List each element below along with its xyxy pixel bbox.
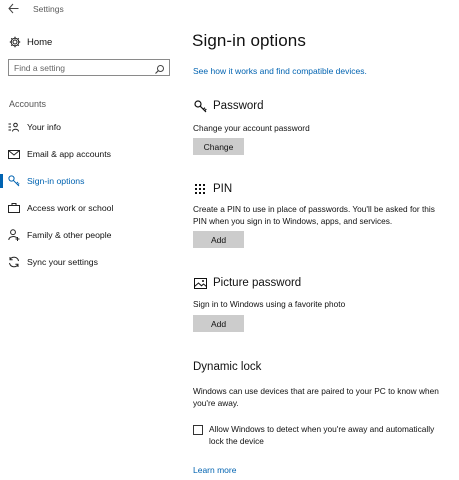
title-bar: Settings: [0, 0, 459, 20]
sidebar-item-family-other-people[interactable]: Family & other people: [0, 225, 180, 245]
dynamic-lock-checkbox-label[interactable]: Allow Windows to detect when you're away…: [209, 424, 454, 447]
sidebar-item-label: Family & other people: [27, 230, 112, 240]
password-heading: Password: [193, 98, 264, 114]
person-list-icon: [8, 121, 20, 133]
back-arrow-icon[interactable]: [8, 3, 22, 17]
picture-password-heading: Picture password: [193, 275, 301, 291]
picture-password-heading-text: Picture password: [213, 277, 302, 289]
search-box[interactable]: [8, 59, 170, 76]
window-title: Settings: [33, 4, 64, 14]
home-label: Home: [27, 36, 53, 48]
sidebar-item-label: Sync your settings: [27, 257, 98, 267]
dynamic-lock-description-line: Windows can use devices that are paired …: [193, 386, 439, 396]
password-heading-text: Password: [213, 100, 264, 112]
password-description: Change your account password: [193, 123, 310, 133]
sidebar-item-label: Your info: [27, 122, 61, 132]
sidebar-item-sync-your-settings[interactable]: Sync your settings: [0, 252, 180, 272]
mail-icon: [8, 148, 20, 160]
pin-description: Create a PIN to use in place of password…: [193, 204, 435, 227]
add-pin-button[interactable]: Add: [193, 231, 244, 248]
learn-more-link[interactable]: Learn more: [193, 465, 236, 475]
sidebar-item-access-work-or-school[interactable]: Access work or school: [0, 198, 180, 218]
picture-password-description: Sign in to Windows using a favorite phot…: [193, 299, 346, 309]
pin-heading-text: PIN: [213, 183, 233, 195]
search-icon[interactable]: [154, 62, 165, 74]
sidebar-item-label: Sign-in options: [27, 176, 85, 186]
add-picture-password-button[interactable]: Add: [193, 315, 244, 332]
sidebar-item-email-app-accounts[interactable]: Email & app accounts: [0, 144, 180, 164]
dynamic-lock-description-line: you're away.: [193, 397, 239, 408]
dynamic-lock-heading-text: Dynamic lock: [193, 361, 262, 373]
sidebar-item-your-info[interactable]: Your info: [0, 117, 180, 137]
checkbox-label-line: Allow Windows to detect when you're away…: [209, 424, 435, 434]
change-password-button[interactable]: Change: [193, 138, 244, 155]
search-input[interactable]: [14, 62, 149, 73]
add-person-icon: [8, 229, 20, 241]
checkbox-label-line: lock the device: [209, 435, 264, 446]
dynamic-lock-heading: Dynamic lock: [193, 359, 261, 375]
pin-description-line: Create a PIN to use in place of password…: [193, 204, 435, 214]
compatible-devices-link[interactable]: See how it works and find compatible dev…: [193, 66, 367, 76]
sidebar-item-sign-in-options[interactable]: Sign-in options: [0, 171, 180, 191]
sync-icon: [8, 256, 20, 268]
pin-keypad-icon: [193, 182, 207, 196]
pin-description-line: PIN when you sign in to Windows, apps, a…: [193, 215, 393, 226]
gear-icon: [8, 36, 21, 49]
pin-heading: PIN: [193, 181, 232, 197]
sidebar-home[interactable]: Home: [8, 35, 52, 49]
sidebar-section-label: Accounts: [9, 99, 47, 109]
active-indicator: [0, 174, 3, 188]
dynamic-lock-description: Windows can use devices that are paired …: [193, 386, 439, 409]
picture-icon: [193, 276, 207, 290]
dynamic-lock-checkbox[interactable]: [193, 425, 203, 435]
page-title: Sign-in options: [192, 31, 306, 50]
sidebar-item-label: Access work or school: [27, 203, 114, 213]
key-icon: [193, 99, 207, 113]
sidebar-item-label: Email & app accounts: [27, 149, 112, 159]
briefcase-icon: [8, 202, 20, 214]
key-icon: [8, 175, 20, 187]
